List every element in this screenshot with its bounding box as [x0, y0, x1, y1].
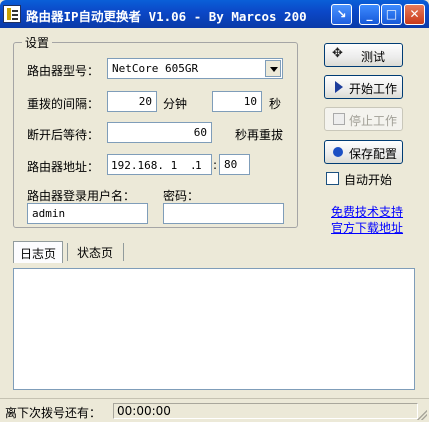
chevron-down-icon[interactable]	[265, 60, 281, 77]
ip-segments-1-3: 192.168. 1	[111, 159, 178, 172]
wait-suffix: 秒再重拔	[235, 128, 284, 142]
app-window: 路由器IP自动更换者 V1.06 - By Marcos 200 ↘ _ □ ✕…	[0, 0, 429, 422]
redial-minutes-input[interactable]: 20	[107, 91, 157, 112]
redial-interval-label: 重拨的间隔：	[27, 97, 100, 111]
router-address-label: 路由器地址：	[27, 160, 100, 174]
resize-grip-icon[interactable]	[417, 410, 427, 420]
router-port-input[interactable]: 80	[219, 154, 250, 175]
save-icon	[333, 147, 343, 157]
ip-segment-4: 1	[195, 159, 202, 172]
app-icon[interactable]	[3, 5, 21, 23]
wait-seconds-input[interactable]: 60	[107, 122, 212, 143]
autostart-checkbox[interactable]	[326, 172, 339, 185]
seconds-unit: 秒	[269, 97, 282, 111]
window-title: 路由器IP自动更换者 V1.06 - By Marcos 200	[26, 9, 307, 24]
arrow-right-icon	[333, 81, 345, 93]
stop-icon	[333, 113, 345, 125]
tab-status[interactable]: 状态页	[71, 241, 119, 263]
minutes-unit: 分钟	[163, 97, 188, 111]
support-link[interactable]: 免费技术支持	[331, 203, 403, 220]
test-button[interactable]: 测试	[324, 43, 403, 67]
save-button[interactable]: 保存配置	[324, 140, 403, 164]
port-separator: :	[213, 158, 218, 172]
password-input[interactable]	[163, 203, 284, 224]
router-model-label: 路由器型号：	[27, 64, 100, 78]
tab-separator	[67, 243, 68, 261]
download-link[interactable]: 官方下载地址	[331, 219, 403, 236]
tab-separator	[123, 243, 124, 261]
wait-label: 断开后等待：	[27, 128, 100, 142]
close-button[interactable]: ✕	[404, 4, 425, 25]
router-ip-input[interactable]: 192.168. 1 . 1	[107, 154, 212, 175]
status-bar: 离下次拨号还有： 00:00:00	[0, 398, 429, 422]
log-panel[interactable]	[13, 268, 415, 390]
countdown-cell: 00:00:00	[113, 403, 418, 419]
redial-seconds-input[interactable]: 10	[212, 91, 262, 112]
autostart-label: 自动开始	[344, 173, 393, 187]
tab-log[interactable]: 日志页	[13, 241, 64, 263]
title-bar[interactable]: 路由器IP自动更换者 V1.06 - By Marcos 200 ↘ _ □ ✕	[0, 0, 429, 28]
maximize-button[interactable]: □	[381, 4, 402, 25]
router-model-select[interactable]: NetCore 605GR	[107, 58, 283, 79]
stop-button[interactable]: 停止工作	[324, 107, 403, 131]
countdown-value: 00:00:00	[117, 404, 171, 418]
password-label: 密码：	[163, 189, 200, 203]
settings-group-title: 设置	[22, 34, 53, 51]
username-label: 路由器登录用户名：	[27, 189, 136, 203]
next-dial-label: 离下次拨号还有：	[5, 406, 102, 420]
router-model-value: NetCore 605GR	[112, 62, 199, 75]
back-arrow-icon[interactable]: ↘	[331, 4, 352, 25]
username-input[interactable]: admin	[27, 203, 148, 224]
minimize-button[interactable]: _	[359, 4, 380, 25]
start-button[interactable]: 开始工作	[324, 75, 403, 99]
tool-icon	[332, 46, 345, 61]
